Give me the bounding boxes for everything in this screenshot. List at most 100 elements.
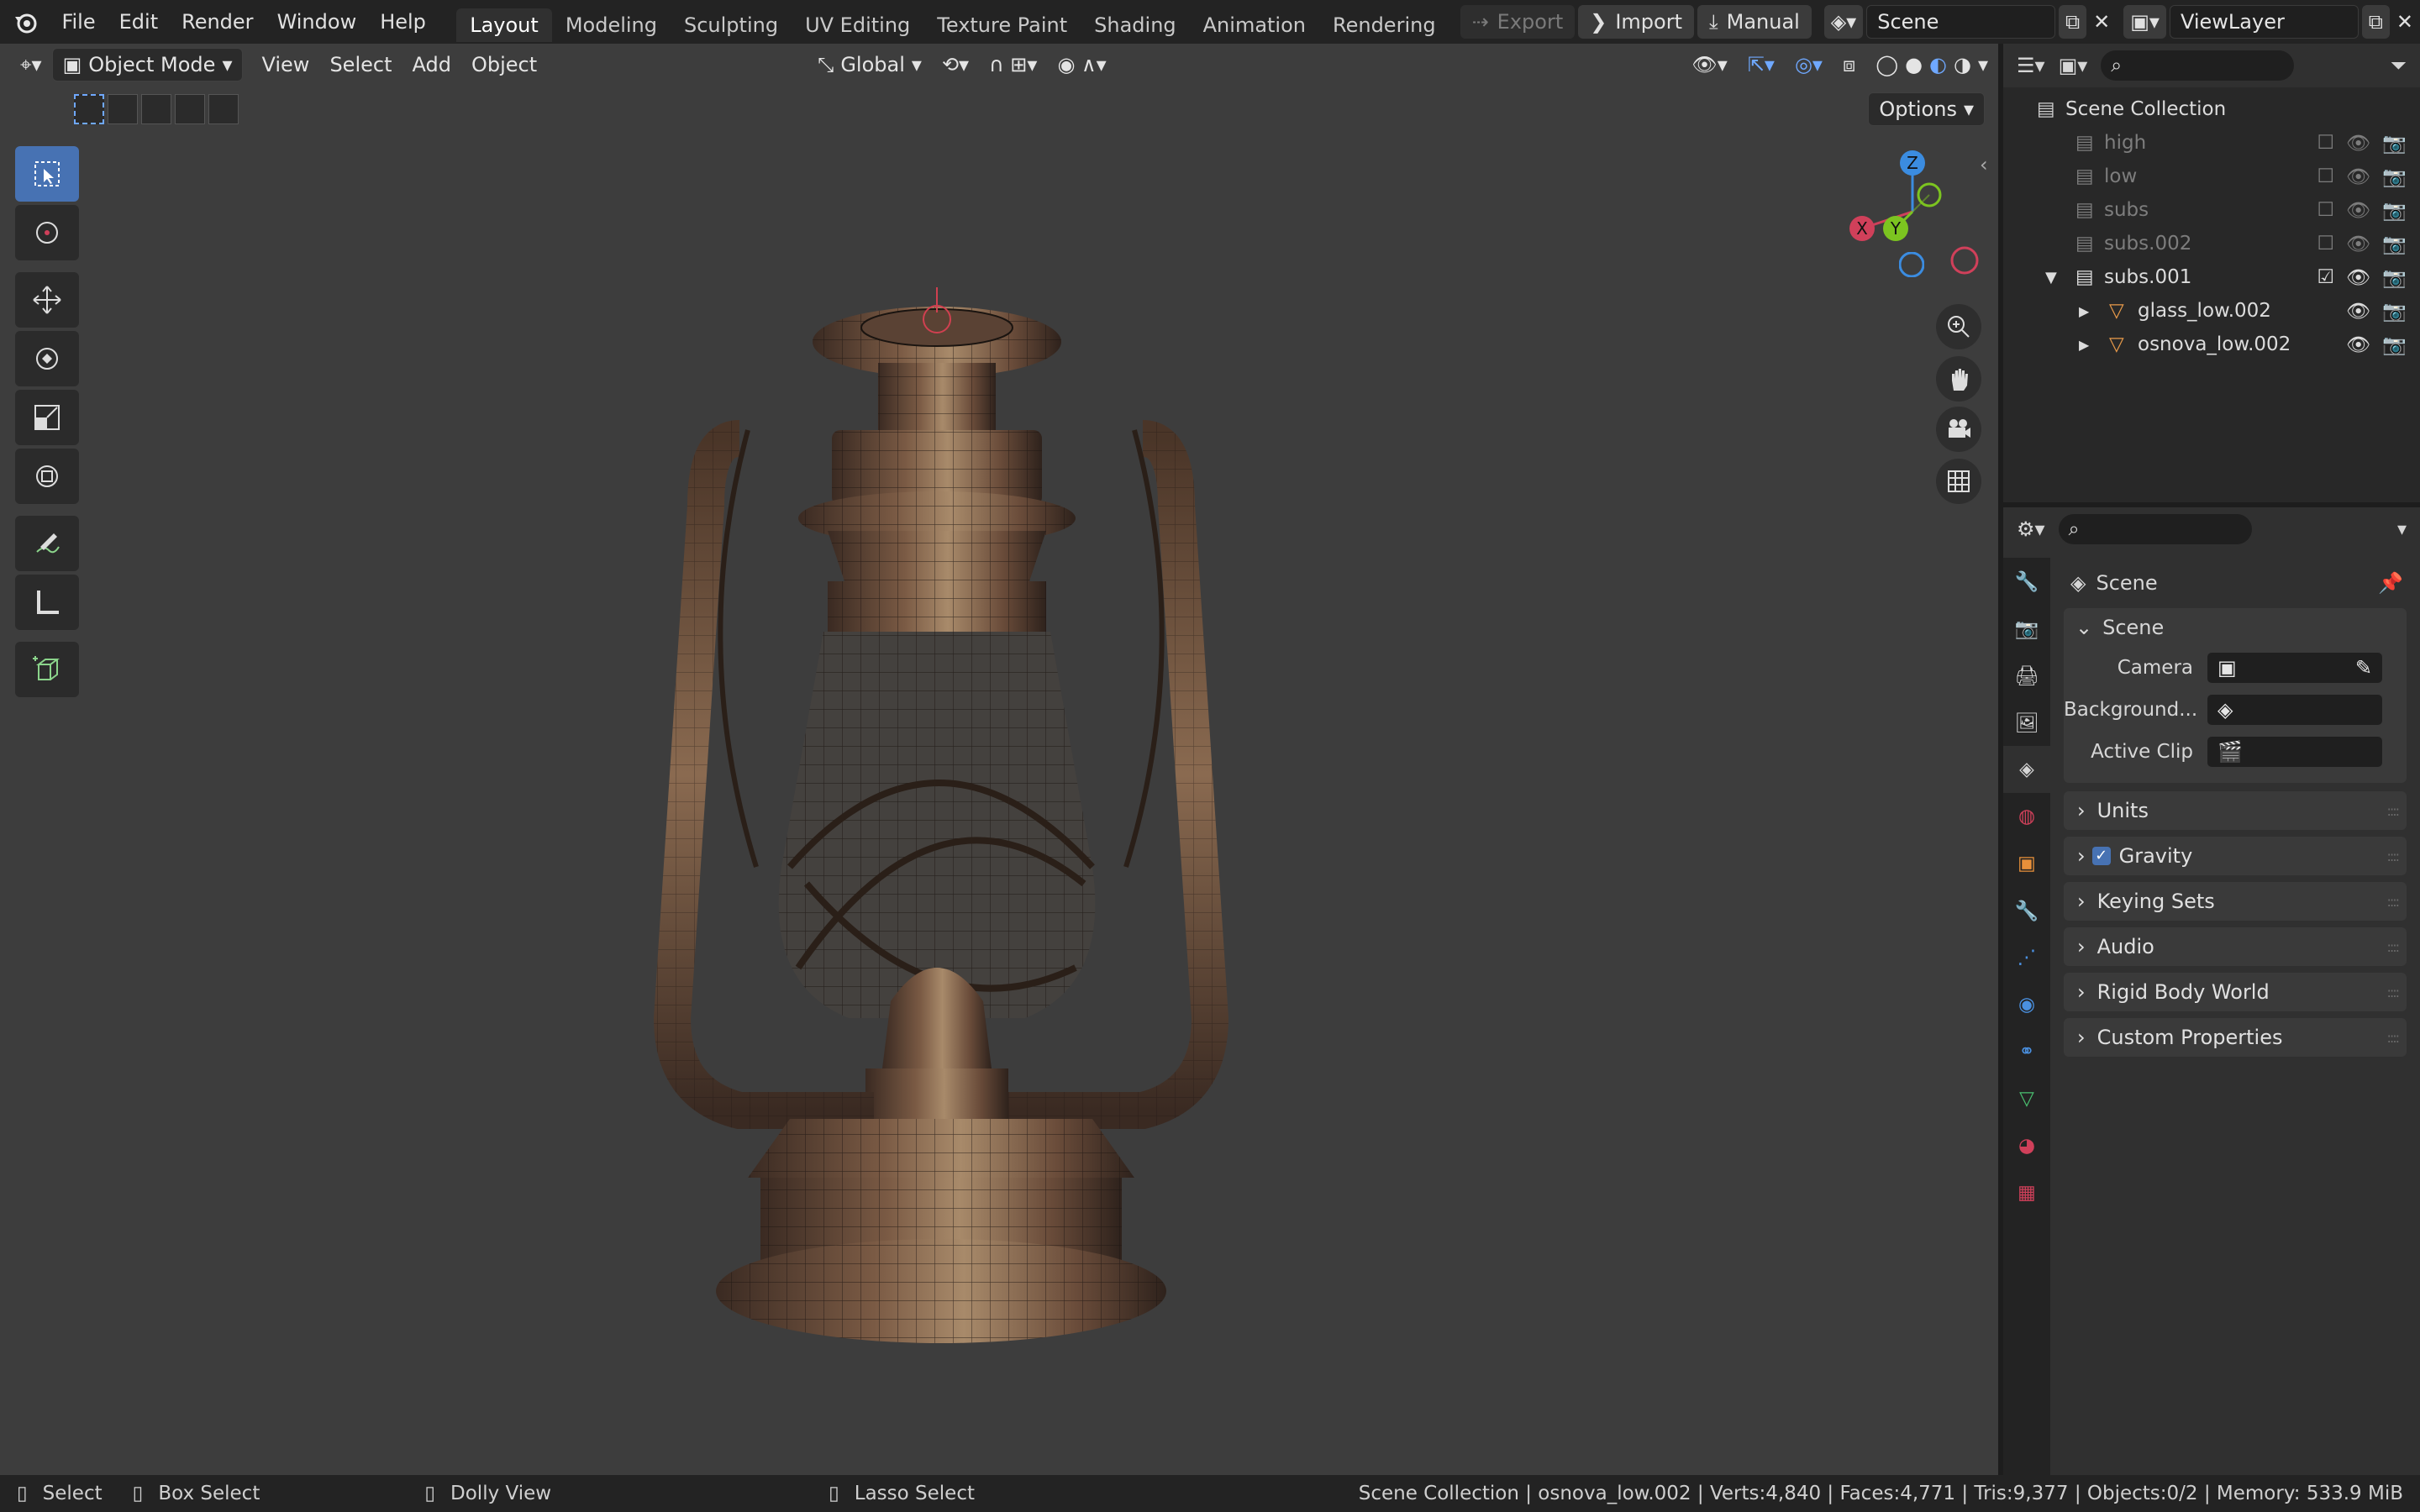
eye-icon[interactable]: 👁 xyxy=(2346,300,2370,323)
expand-arrow-icon[interactable]: ▶ xyxy=(2079,337,2109,353)
3d-viewport[interactable]: ⌖▾ ▣ Object Mode ▾ View Select Add Objec… xyxy=(0,44,1998,1475)
scene-panel-header[interactable]: ⌄ Scene xyxy=(2064,608,2407,647)
solid-shading-icon[interactable]: ● xyxy=(1905,48,1923,81)
custom-properties-panel[interactable]: › Custom Properties :::: xyxy=(2064,1018,2407,1057)
filter-icon[interactable]: ⏷ xyxy=(2391,54,2407,77)
new-viewlayer-icon[interactable]: ⧉ xyxy=(2361,5,2390,39)
eye-icon[interactable]: 👁 xyxy=(2346,333,2370,356)
tab-texture-paint[interactable]: Texture Paint xyxy=(923,8,1081,42)
data-tab-icon[interactable]: ▽ xyxy=(2003,1075,2050,1122)
drag-grip-icon[interactable]: :::: xyxy=(2386,984,2400,1000)
outliner-item-subs[interactable]: ▤ subs ☐ 👁 📷 xyxy=(2003,193,2420,227)
viewlayer-name-field[interactable]: ViewLayer xyxy=(2169,5,2359,39)
eye-icon[interactable]: 👁 xyxy=(2346,199,2370,222)
checkbox-icon[interactable]: ☐ xyxy=(2317,233,2335,255)
orientation-selector[interactable]: ⤡ Global ▾ xyxy=(808,48,932,81)
menu-file[interactable]: File xyxy=(50,0,107,44)
checkbox-icon[interactable]: ☐ xyxy=(2317,132,2335,154)
camera-icon[interactable]: 📷 xyxy=(2382,300,2407,323)
scene-collection-row[interactable]: ▤ Scene Collection xyxy=(2003,92,2420,126)
render-tab-icon[interactable]: 📷 xyxy=(2003,605,2050,652)
menu-add[interactable]: Add xyxy=(402,48,460,81)
overlay-toggle-icon[interactable]: ◎▾ xyxy=(1785,48,1833,81)
xray-icon[interactable]: ⧈ xyxy=(1833,48,1865,81)
gizmo-neg-z-axis[interactable] xyxy=(1899,252,1924,277)
expand-arrow-icon[interactable]: ▼ xyxy=(2045,269,2075,286)
checkbox-icon[interactable]: ☐ xyxy=(2317,165,2335,187)
chevron-down-icon[interactable]: ▾ xyxy=(1978,48,1988,81)
tab-shading[interactable]: Shading xyxy=(1081,8,1190,42)
drag-grip-icon[interactable]: :::: xyxy=(2386,848,2400,864)
world-tab-icon[interactable]: ◍ xyxy=(2003,793,2050,840)
select-box-tool-icon[interactable] xyxy=(15,146,79,202)
modifier-tab-icon[interactable]: 🔧 xyxy=(2003,887,2050,934)
pin-icon[interactable]: 📌 xyxy=(2378,571,2403,595)
expand-arrow-icon[interactable]: ▶ xyxy=(2079,303,2109,319)
eye-icon[interactable]: 👁 xyxy=(2346,233,2370,255)
camera-icon[interactable]: 📷 xyxy=(2382,199,2407,222)
outliner-item-high[interactable]: ▤ high ☐ 👁 📷 xyxy=(2003,126,2420,160)
outliner-item-subs-001[interactable]: ▼ ▤ subs.001 ☑ 👁 📷 xyxy=(2003,260,2420,294)
menu-object[interactable]: Object xyxy=(461,48,547,81)
camera-icon[interactable]: 📷 xyxy=(2382,132,2407,155)
display-mode-icon[interactable]: ▣▾ xyxy=(2059,54,2088,77)
scene-name-field[interactable]: Scene xyxy=(1866,5,2055,39)
close-scene-icon[interactable]: ✕ xyxy=(2086,0,2117,44)
proportional-edit-icon[interactable]: ◉ ∧▾ xyxy=(1047,48,1116,81)
rotate-tool-icon[interactable] xyxy=(15,331,79,386)
tab-sculpting[interactable]: Sculpting xyxy=(671,8,792,42)
select-subtract-icon[interactable] xyxy=(141,94,171,124)
visibility-icon[interactable]: 👁▾ xyxy=(1681,48,1738,81)
annotate-tool-icon[interactable] xyxy=(15,516,79,571)
eye-icon[interactable]: 👁 xyxy=(2346,132,2370,155)
eye-icon[interactable]: 👁 xyxy=(2346,165,2370,188)
outliner-item-osnova-low[interactable]: ▶ ▽ osnova_low.002 👁 📷 xyxy=(2003,328,2420,361)
drag-grip-icon[interactable]: :::: xyxy=(2386,894,2400,910)
select-intersect-icon[interactable] xyxy=(208,94,239,124)
checkbox-checked-icon[interactable]: ☑ xyxy=(2317,266,2335,288)
material-shading-icon[interactable]: ◐ xyxy=(1929,48,1947,81)
transform-tool-icon[interactable] xyxy=(15,449,79,504)
add-cube-tool-icon[interactable] xyxy=(15,642,79,697)
mode-selector[interactable]: ▣ Object Mode ▾ xyxy=(51,48,244,81)
editor-type-icon[interactable]: ⌖▾ xyxy=(10,48,52,81)
menu-render[interactable]: Render xyxy=(170,0,265,44)
menu-select[interactable]: Select xyxy=(319,48,402,81)
gizmo-toggle-icon[interactable]: ⇱▾ xyxy=(1738,48,1785,81)
camera-icon[interactable]: 📷 xyxy=(2382,165,2407,188)
constraints-tab-icon[interactable]: ⚭ xyxy=(2003,1028,2050,1075)
eyedropper-icon[interactable]: ✎ xyxy=(2355,656,2372,680)
rigid-body-world-panel[interactable]: › Rigid Body World :::: xyxy=(2064,973,2407,1011)
particles-tab-icon[interactable]: ⋰ xyxy=(2003,934,2050,981)
menu-edit[interactable]: Edit xyxy=(108,0,170,44)
wireframe-shading-icon[interactable]: ◯ xyxy=(1876,48,1898,81)
gravity-checkbox[interactable]: ✓ xyxy=(2091,847,2111,865)
tool-tab-icon[interactable]: 🔧 xyxy=(2003,558,2050,605)
close-viewlayer-icon[interactable]: ✕ xyxy=(2390,0,2420,44)
options-dropdown[interactable]: Options ▾ xyxy=(1868,92,1985,126)
tab-animation[interactable]: Animation xyxy=(1190,8,1319,42)
output-tab-icon[interactable]: 🖨 xyxy=(2003,652,2050,699)
camera-icon[interactable]: 📷 xyxy=(2382,266,2407,289)
select-invert-icon[interactable] xyxy=(175,94,205,124)
tab-uv-editing[interactable]: UV Editing xyxy=(792,8,923,42)
editor-type-icon[interactable]: ☰▾ xyxy=(2017,54,2045,77)
tab-rendering[interactable]: Rendering xyxy=(1319,8,1449,42)
menu-help[interactable]: Help xyxy=(368,0,438,44)
units-panel[interactable]: › Units :::: xyxy=(2064,791,2407,830)
move-tool-icon[interactable] xyxy=(15,272,79,328)
drag-grip-icon[interactable]: :::: xyxy=(2386,803,2400,819)
new-scene-icon[interactable]: ⧉ xyxy=(2058,5,2087,39)
background-field[interactable]: ◈ xyxy=(2207,694,2383,726)
camera-view-icon[interactable] xyxy=(1936,407,1981,452)
active-clip-field[interactable]: 🎬 xyxy=(2207,736,2383,768)
view-layer-tab-icon[interactable]: 🖼 xyxy=(2003,699,2050,746)
tab-layout[interactable]: Layout xyxy=(456,8,552,42)
editor-type-icon[interactable]: ⚙▾ xyxy=(2017,517,2045,541)
texture-tab-icon[interactable]: ▦ xyxy=(2003,1169,2050,1216)
rendered-shading-icon[interactable]: ◑ xyxy=(1954,48,1971,81)
checkbox-icon[interactable]: ☐ xyxy=(2317,199,2335,221)
object-tab-icon[interactable]: ▣ xyxy=(2003,840,2050,887)
camera-icon[interactable]: 📷 xyxy=(2382,333,2407,356)
camera-icon[interactable]: 📷 xyxy=(2382,233,2407,255)
